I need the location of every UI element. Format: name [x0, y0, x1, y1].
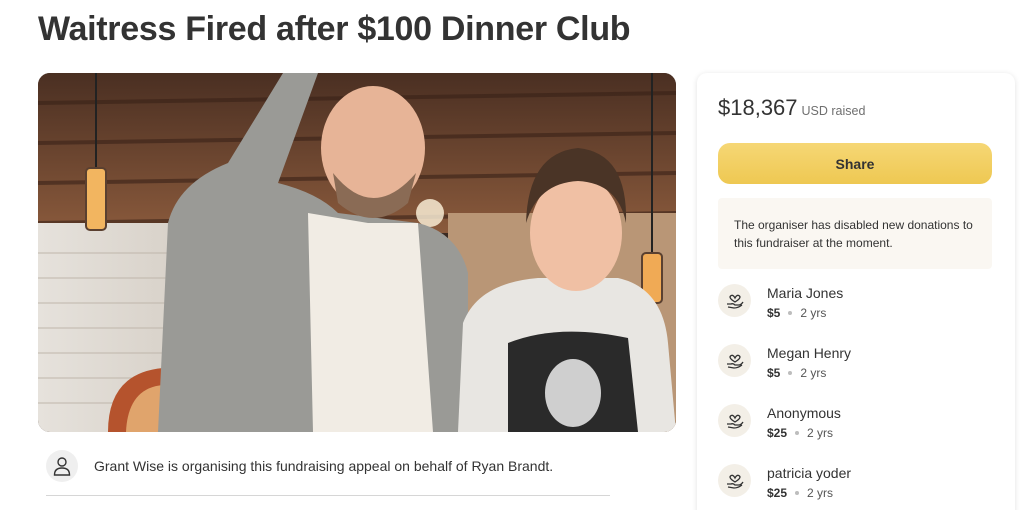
donor-name: Maria Jones [767, 285, 844, 301]
separator-dot [788, 311, 793, 315]
separator-dot [795, 491, 800, 495]
heart-hand-icon [718, 404, 751, 437]
donation-amount: $25 [767, 426, 788, 440]
donation-amount: $5 [767, 306, 781, 320]
donation-sidebar: $18,367 USD raised Share The organiser h… [697, 73, 1015, 510]
donation-item: Maria Jones $5 2 yrs [718, 283, 992, 343]
separator-dot [788, 371, 793, 375]
share-button[interactable]: Share [718, 143, 992, 184]
campaign-photo[interactable] [38, 73, 676, 432]
donation-time: 2 yrs [807, 486, 834, 500]
organiser-info: Grant Wise is organising this fundraisin… [46, 446, 610, 496]
donation-item: Megan Henry $5 2 yrs [718, 343, 992, 403]
separator-dot [795, 431, 800, 435]
donor-name: patricia yoder [767, 465, 852, 481]
donations-disabled-notice: The organiser has disabled new donations… [718, 198, 992, 269]
recent-donations-list: Maria Jones $5 2 yrs Megan Henry $5 2 yr… [718, 283, 992, 510]
person-icon [46, 449, 78, 482]
donor-name: Megan Henry [767, 345, 852, 361]
donation-item: patricia yoder $25 2 yrs [718, 463, 992, 510]
page-title: Waitress Fired after $100 Dinner Club [38, 10, 631, 48]
donation-time: 2 yrs [800, 306, 827, 320]
donation-amount: $25 [767, 486, 788, 500]
raised-label: USD raised [801, 104, 866, 118]
heart-hand-icon [718, 284, 751, 317]
campaign-photo-image [38, 73, 676, 432]
amount-raised: $18,367 USD raised [718, 95, 865, 121]
raised-amount: $18,367 [718, 95, 798, 120]
donation-time: 2 yrs [800, 366, 827, 380]
heart-hand-icon [718, 464, 751, 497]
donation-time: 2 yrs [807, 426, 834, 440]
donation-amount: $5 [767, 366, 781, 380]
heart-hand-icon [718, 344, 751, 377]
organiser-text: Grant Wise is organising this fundraisin… [94, 457, 554, 474]
donor-name: Anonymous [767, 405, 841, 421]
donation-item: Anonymous $25 2 yrs [718, 403, 992, 463]
